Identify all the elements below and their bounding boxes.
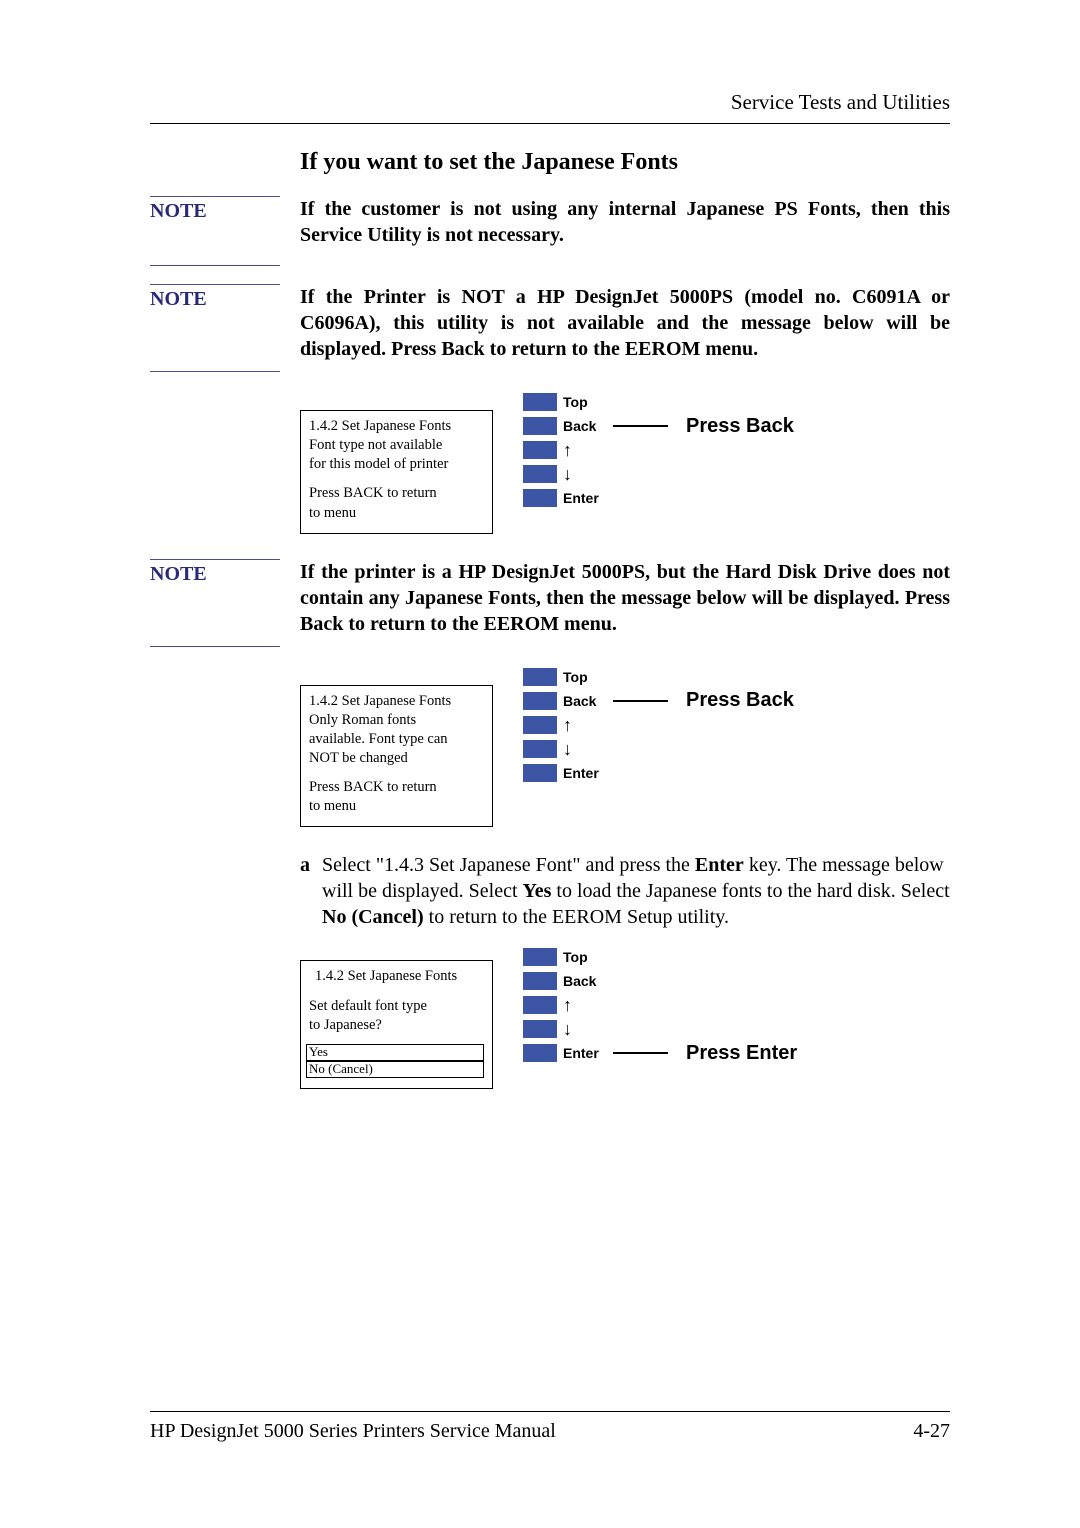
callout-press-back: Press Back bbox=[686, 689, 794, 712]
note-label: NOTE bbox=[150, 559, 280, 647]
page-footer: HP DesignJet 5000 Series Printers Servic… bbox=[150, 1403, 950, 1443]
key-label: Top bbox=[563, 949, 609, 965]
callout-leader bbox=[613, 425, 668, 427]
footer-rule bbox=[150, 1411, 950, 1412]
up-arrow-icon: ↑ bbox=[563, 441, 609, 459]
lcd-screen-1: 1.4.2 Set Japanese Fonts Font type not a… bbox=[300, 410, 493, 534]
key-back bbox=[523, 692, 557, 710]
lcd-line: Font type not available bbox=[309, 436, 484, 454]
note-text: If the printer is a HP DesignJet 5000PS,… bbox=[300, 559, 950, 637]
lcd-option-yes: Yes bbox=[306, 1044, 484, 1061]
callout-leader bbox=[613, 700, 668, 702]
lcd-line: Set default font type bbox=[309, 997, 484, 1015]
keypad-3: Top Back ↑ ↓ Enter Press Enter bbox=[523, 945, 797, 1065]
page-number: 4-27 bbox=[913, 1420, 950, 1443]
down-arrow-icon: ↓ bbox=[563, 740, 609, 758]
lcd-line: 1.4.2 Set Japanese Fonts bbox=[309, 417, 484, 435]
key-label: Back bbox=[563, 418, 609, 434]
key-down bbox=[523, 465, 557, 483]
diagram-2: 1.4.2 Set Japanese Fonts Only Roman font… bbox=[300, 665, 950, 828]
key-back bbox=[523, 417, 557, 435]
section-title: If you want to set the Japanese Fonts bbox=[300, 149, 950, 176]
b: Yes bbox=[523, 880, 552, 902]
note-text: If the Printer is NOT a HP DesignJet 500… bbox=[300, 284, 950, 362]
t: to load the Japanese fonts to the hard d… bbox=[551, 880, 949, 902]
up-arrow-icon: ↑ bbox=[563, 996, 609, 1014]
note-3: NOTE If the printer is a HP DesignJet 50… bbox=[300, 559, 950, 647]
note-text: If the customer is not using any interna… bbox=[300, 196, 950, 248]
key-back bbox=[523, 972, 557, 990]
lcd-line: available. Font type can bbox=[309, 730, 484, 748]
running-head: Service Tests and Utilities bbox=[150, 90, 950, 115]
callout-press-enter: Press Enter bbox=[686, 1042, 797, 1065]
lcd-line: for this model of printer bbox=[309, 455, 484, 473]
key-down bbox=[523, 1020, 557, 1038]
key-up bbox=[523, 716, 557, 734]
lcd-line: to Japanese? bbox=[309, 1016, 484, 1034]
key-label: Enter bbox=[563, 765, 609, 781]
down-arrow-icon: ↓ bbox=[563, 465, 609, 483]
lcd-line: NOT be changed bbox=[309, 749, 484, 767]
lcd-line: to menu bbox=[309, 504, 484, 522]
t: Select "1.4.3 Set Japanese Font" and pre… bbox=[322, 854, 695, 876]
key-label: Top bbox=[563, 394, 609, 410]
key-label: Back bbox=[563, 973, 609, 989]
note-1: NOTE If the customer is not using any in… bbox=[300, 196, 950, 266]
key-label: Enter bbox=[563, 1045, 609, 1061]
footer-left: HP DesignJet 5000 Series Printers Servic… bbox=[150, 1420, 556, 1443]
b: No (Cancel) bbox=[322, 906, 424, 928]
diagram-1: 1.4.2 Set Japanese Fonts Font type not a… bbox=[300, 390, 950, 534]
step-a: a Select "1.4.3 Set Japanese Font" and p… bbox=[300, 852, 950, 930]
lcd-screen-3: 1.4.2 Set Japanese Fonts Set default fon… bbox=[300, 960, 493, 1088]
down-arrow-icon: ↓ bbox=[563, 1020, 609, 1038]
key-top bbox=[523, 668, 557, 686]
lcd-screen-2: 1.4.2 Set Japanese Fonts Only Roman font… bbox=[300, 685, 493, 828]
callout-leader bbox=[613, 1052, 668, 1054]
lcd-line: Only Roman fonts bbox=[309, 711, 484, 729]
key-label: Back bbox=[563, 693, 609, 709]
lcd-option-no: No (Cancel) bbox=[306, 1061, 484, 1078]
key-label: Enter bbox=[563, 490, 609, 506]
key-up bbox=[523, 441, 557, 459]
step-body: Select "1.4.3 Set Japanese Font" and pre… bbox=[322, 852, 950, 930]
t: to return to the EEROM Setup utility. bbox=[424, 906, 729, 928]
note-label: NOTE bbox=[150, 284, 280, 372]
key-down bbox=[523, 740, 557, 758]
key-label: Top bbox=[563, 669, 609, 685]
header-rule bbox=[150, 123, 950, 124]
lcd-line: to menu bbox=[309, 797, 484, 815]
lcd-line: Press BACK to return bbox=[309, 778, 484, 796]
key-top bbox=[523, 948, 557, 966]
note-label: NOTE bbox=[150, 196, 280, 266]
key-enter bbox=[523, 489, 557, 507]
step-label: a bbox=[300, 852, 322, 930]
keypad-2: Top Back Press Back ↑ ↓ Enter bbox=[523, 665, 794, 785]
lcd-line: 1.4.2 Set Japanese Fonts bbox=[309, 692, 484, 710]
key-enter bbox=[523, 1044, 557, 1062]
key-enter bbox=[523, 764, 557, 782]
callout-press-back: Press Back bbox=[686, 415, 794, 438]
lcd-line: Press BACK to return bbox=[309, 484, 484, 502]
key-up bbox=[523, 996, 557, 1014]
b: Enter bbox=[695, 854, 744, 876]
diagram-3: 1.4.2 Set Japanese Fonts Set default fon… bbox=[300, 945, 950, 1088]
key-top bbox=[523, 393, 557, 411]
lcd-line: 1.4.2 Set Japanese Fonts bbox=[315, 967, 484, 985]
keypad-1: Top Back Press Back ↑ ↓ Enter bbox=[523, 390, 794, 510]
note-2: NOTE If the Printer is NOT a HP DesignJe… bbox=[300, 284, 950, 372]
up-arrow-icon: ↑ bbox=[563, 716, 609, 734]
